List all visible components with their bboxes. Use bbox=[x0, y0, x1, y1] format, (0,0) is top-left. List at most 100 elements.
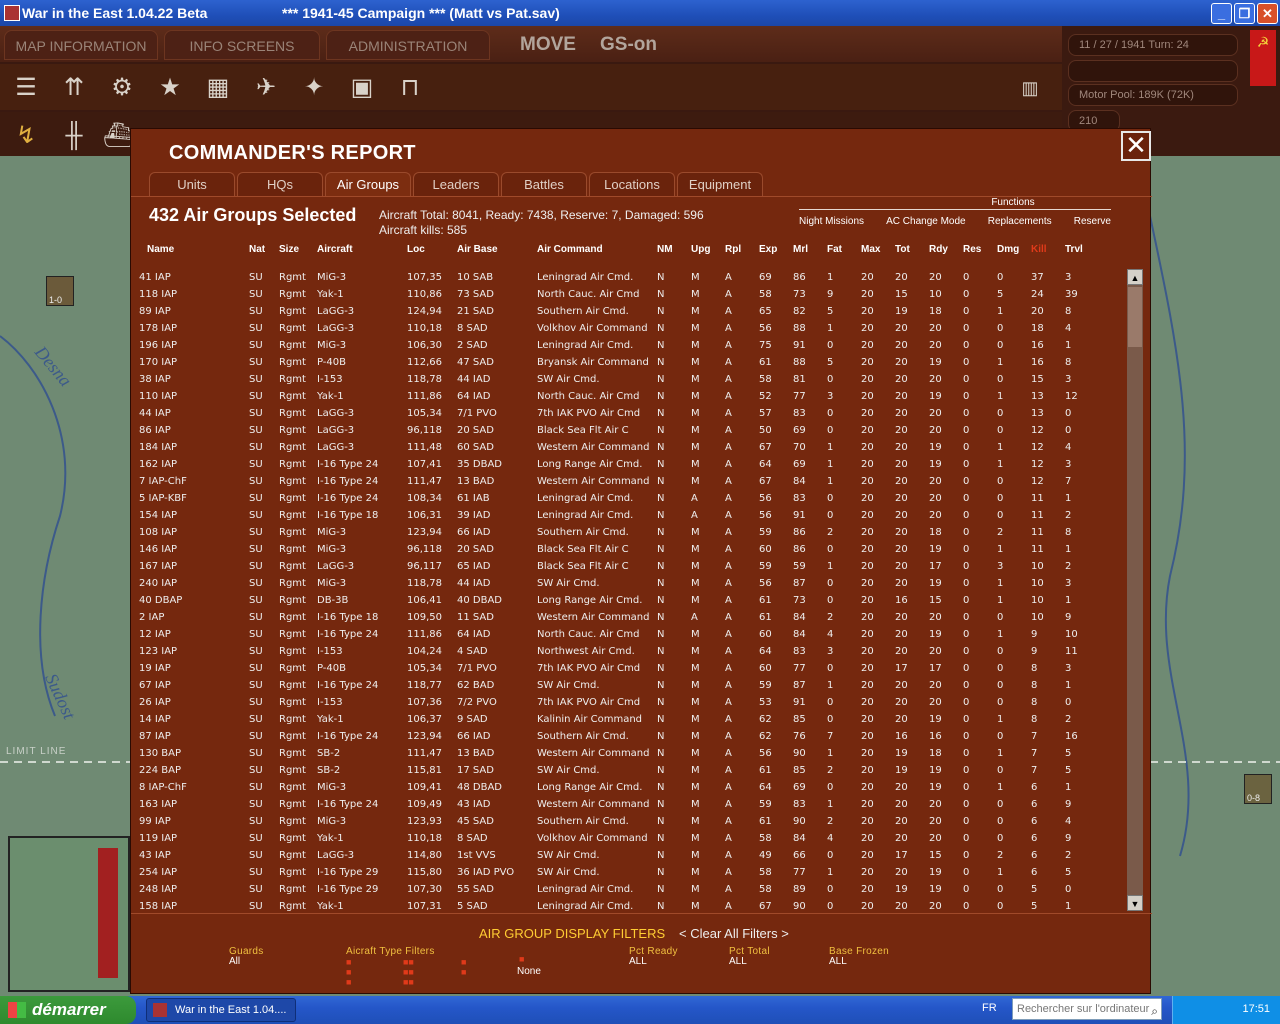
table-row[interactable]: 41 IAP SU Rgmt MiG-3 107,35 10 SAB Leningrad A… bbox=[135, 269, 1099, 286]
menu-info-screens[interactable]: INFO SCREENS bbox=[164, 30, 320, 60]
table-row[interactable]: 163 IAP SU Rgmt I-16 Type 24 109,49 43 IAD Wes… bbox=[135, 796, 1099, 813]
move-path-icon[interactable]: ↯ bbox=[6, 116, 46, 156]
column-header[interactable]: Upg bbox=[691, 241, 725, 257]
rail-icon[interactable]: ⊓ bbox=[390, 68, 430, 108]
fuel-icon[interactable]: ▣ bbox=[342, 68, 382, 108]
column-header[interactable]: Kill bbox=[1031, 241, 1065, 257]
tab-hqs[interactable]: HQs bbox=[237, 172, 323, 196]
gear-icon[interactable]: ⚙ bbox=[102, 68, 142, 108]
weather-icon[interactable]: ▦ bbox=[198, 68, 238, 108]
table-row[interactable]: 123 IAP SU Rgmt I-153 104,24 4 SAD Northwest A… bbox=[135, 643, 1099, 660]
column-header[interactable]: Dmg bbox=[997, 241, 1031, 257]
column-header[interactable]: Nat bbox=[249, 241, 279, 257]
column-header[interactable]: Aircraft bbox=[317, 241, 407, 257]
column-header[interactable]: Trvl bbox=[1065, 241, 1099, 257]
table-row[interactable]: 118 IAP SU Rgmt Yak-1 110,86 73 SAD North Cauc… bbox=[135, 286, 1099, 303]
table-row[interactable]: 67 IAP SU Rgmt I-16 Type 24 118,77 62 BAD SW A… bbox=[135, 677, 1099, 694]
table-row[interactable]: 196 IAP SU Rgmt MiG-3 106,30 2 SAD Leningrad A… bbox=[135, 337, 1099, 354]
restore-icon[interactable]: ❐ bbox=[1234, 3, 1255, 24]
table-row[interactable]: 110 IAP SU Rgmt Yak-1 111,86 64 IAD North Cauc… bbox=[135, 388, 1099, 405]
table-row[interactable]: 240 IAP SU Rgmt MiG-3 118,78 44 IAD SW Air Cmd… bbox=[135, 575, 1099, 592]
column-header[interactable]: Name bbox=[131, 241, 249, 257]
column-header[interactable]: Loc bbox=[407, 241, 457, 257]
railroad-icon[interactable]: ╫ bbox=[54, 116, 94, 156]
table-row[interactable]: 12 IAP SU Rgmt I-16 Type 24 111,86 64 IAD Nort… bbox=[135, 626, 1099, 643]
table-row[interactable]: 146 IAP SU Rgmt MiG-3 96,118 20 SAD Black Sea … bbox=[135, 541, 1099, 558]
column-header[interactable]: Mrl bbox=[793, 241, 827, 257]
table-row[interactable]: 5 IAP-KBF SU Rgmt I-16 Type 24 108,34 61 IAB L… bbox=[135, 490, 1099, 507]
clear-filters-button[interactable]: < Clear All Filters > bbox=[679, 926, 789, 941]
table-row[interactable]: 86 IAP SU Rgmt LaGG-3 96,118 20 SAD Black Sea … bbox=[135, 422, 1099, 439]
table-row[interactable]: 130 BAP SU Rgmt SB-2 111,47 13 BAD Western Air… bbox=[135, 745, 1099, 762]
tab-units[interactable]: Units bbox=[149, 172, 235, 196]
menu-map-information[interactable]: MAP INFORMATION bbox=[4, 30, 158, 60]
column-header[interactable]: Air Base bbox=[457, 241, 537, 257]
table-row[interactable]: 87 IAP SU Rgmt I-16 Type 24 123,94 66 IAD Sout… bbox=[135, 728, 1099, 745]
gs-toggle[interactable]: GS-on bbox=[600, 34, 657, 56]
base-frozen-value[interactable]: ALL bbox=[829, 956, 847, 967]
column-header[interactable]: Tot bbox=[895, 241, 929, 257]
aircraft-filter-none[interactable]: None bbox=[517, 966, 541, 977]
table-row[interactable]: 14 IAP SU Rgmt Yak-1 106,37 9 SAD Kalinin Air … bbox=[135, 711, 1099, 728]
tab-air-groups[interactable]: Air Groups bbox=[325, 172, 411, 196]
minimize-icon[interactable]: _ bbox=[1211, 3, 1232, 24]
scroll-thumb[interactable] bbox=[1128, 287, 1142, 347]
language-indicator[interactable]: FR bbox=[982, 1002, 997, 1014]
table-row[interactable]: 162 IAP SU Rgmt I-16 Type 24 107,41 35 DBAD Lo… bbox=[135, 456, 1099, 473]
pct-total-value[interactable]: ALL bbox=[729, 956, 747, 967]
column-header[interactable]: NM bbox=[657, 241, 691, 257]
table-row[interactable]: 19 IAP SU Rgmt P-40B 105,34 7/1 PVO 7th IAK PV… bbox=[135, 660, 1099, 677]
table-row[interactable]: 44 IAP SU Rgmt LaGG-3 105,34 7/1 PVO 7th IAK P… bbox=[135, 405, 1099, 422]
table-row[interactable]: 2 IAP SU Rgmt I-16 Type 18 109,50 11 SAD Weste… bbox=[135, 609, 1099, 626]
tab-battles[interactable]: Battles bbox=[501, 172, 587, 196]
scrollbar[interactable]: ▲ ▼ bbox=[1127, 269, 1143, 911]
column-header[interactable]: Air Command bbox=[537, 241, 657, 257]
aircraft-filter-marks[interactable]: ■ ■ ■ bbox=[346, 957, 351, 987]
table-row[interactable]: 108 IAP SU Rgmt MiG-3 123,94 66 IAD Southern A… bbox=[135, 524, 1099, 541]
table-row[interactable]: 89 IAP SU Rgmt LaGG-3 124,94 21 SAD Southern A… bbox=[135, 303, 1099, 320]
column-header[interactable]: Rpl bbox=[725, 241, 759, 257]
search-icon[interactable]: ⌕ bbox=[1151, 1001, 1158, 1021]
close-window-icon[interactable]: ✕ bbox=[1257, 3, 1278, 24]
extra-filter-mark[interactable]: ■ bbox=[519, 954, 524, 964]
table-row[interactable]: 154 IAP SU Rgmt I-16 Type 18 106,31 39 IAD Len… bbox=[135, 507, 1099, 524]
table-row[interactable]: 158 IAP SU Rgmt Yak-1 107,31 5 SAD Leningrad A… bbox=[135, 898, 1099, 911]
tab-leaders[interactable]: Leaders bbox=[413, 172, 499, 196]
table-row[interactable]: 38 IAP SU Rgmt I-153 118,78 44 IAD SW Air Cmd.… bbox=[135, 371, 1099, 388]
minimap[interactable] bbox=[8, 836, 130, 992]
table-row[interactable]: 26 IAP SU Rgmt I-153 107,36 7/2 PVO 7th IAK PV… bbox=[135, 694, 1099, 711]
night-missions-button[interactable]: Night Missions bbox=[799, 216, 864, 227]
filter-marks[interactable]: ■ ■ bbox=[461, 957, 466, 977]
column-header[interactable]: Max bbox=[861, 241, 895, 257]
column-header[interactable]: Size bbox=[279, 241, 317, 257]
guards-filter-value[interactable]: All bbox=[229, 956, 240, 967]
table-row[interactable]: 178 IAP SU Rgmt LaGG-3 110,18 8 SAD Volkhov Ai… bbox=[135, 320, 1099, 337]
reserve-button[interactable]: Reserve bbox=[1074, 216, 1111, 227]
table-row[interactable]: 119 IAP SU Rgmt Yak-1 110,18 8 SAD Volkhov Air… bbox=[135, 830, 1099, 847]
air-icon[interactable]: ✈ bbox=[246, 68, 286, 108]
table-row[interactable]: 254 IAP SU Rgmt I-16 Type 29 115,80 36 IAD PV… bbox=[135, 864, 1099, 881]
tab-equipment[interactable]: Equipment bbox=[677, 172, 763, 196]
scroll-down-icon[interactable]: ▼ bbox=[1127, 895, 1143, 911]
air-group-list[interactable]: 41 IAP SU Rgmt MiG-3 107,35 10 SAB Leningrad A… bbox=[135, 269, 1125, 911]
table-row[interactable]: 224 BAP SU Rgmt SB-2 115,81 17 SAD SW Air Cmd.… bbox=[135, 762, 1099, 779]
satellite-icon[interactable]: ✦ bbox=[294, 68, 334, 108]
table-row[interactable]: 40 DBAP SU Rgmt DB-3B 106,41 40 DBAD Long Rang… bbox=[135, 592, 1099, 609]
table-row[interactable]: 170 IAP SU Rgmt P-40B 112,66 47 SAD Bryansk Ai… bbox=[135, 354, 1099, 371]
menu-administration[interactable]: ADMINISTRATION bbox=[326, 30, 490, 60]
column-header[interactable]: Res bbox=[963, 241, 997, 257]
column-header[interactable]: Exp bbox=[759, 241, 793, 257]
unit-counter-right[interactable]: 0-8 bbox=[1244, 774, 1272, 804]
move-mode-label[interactable]: MOVE bbox=[520, 34, 576, 56]
replacements-button[interactable]: Replacements bbox=[988, 216, 1052, 227]
search-input[interactable]: Rechercher sur l'ordinateur ⌕ bbox=[1012, 998, 1162, 1020]
table-row[interactable]: 7 IAP-ChF SU Rgmt I-16 Type 24 111,47 13 BAD W… bbox=[135, 473, 1099, 490]
close-icon[interactable]: ✕ bbox=[1121, 131, 1151, 161]
table-row[interactable]: 167 IAP SU Rgmt LaGG-3 96,117 65 IAD Black Sea… bbox=[135, 558, 1099, 575]
taskbar-item-game[interactable]: War in the East 1.04.... bbox=[146, 998, 296, 1022]
column-header[interactable]: Rdy bbox=[929, 241, 963, 257]
stack-icon[interactable]: ☰ bbox=[6, 68, 46, 108]
table-row[interactable]: 248 IAP SU Rgmt I-16 Type 29 107,30 55 SAD Len… bbox=[135, 881, 1099, 898]
star-icon[interactable]: ★ bbox=[150, 68, 190, 108]
type-filter-marks[interactable]: ■■ ■■ ■■ bbox=[403, 957, 414, 987]
